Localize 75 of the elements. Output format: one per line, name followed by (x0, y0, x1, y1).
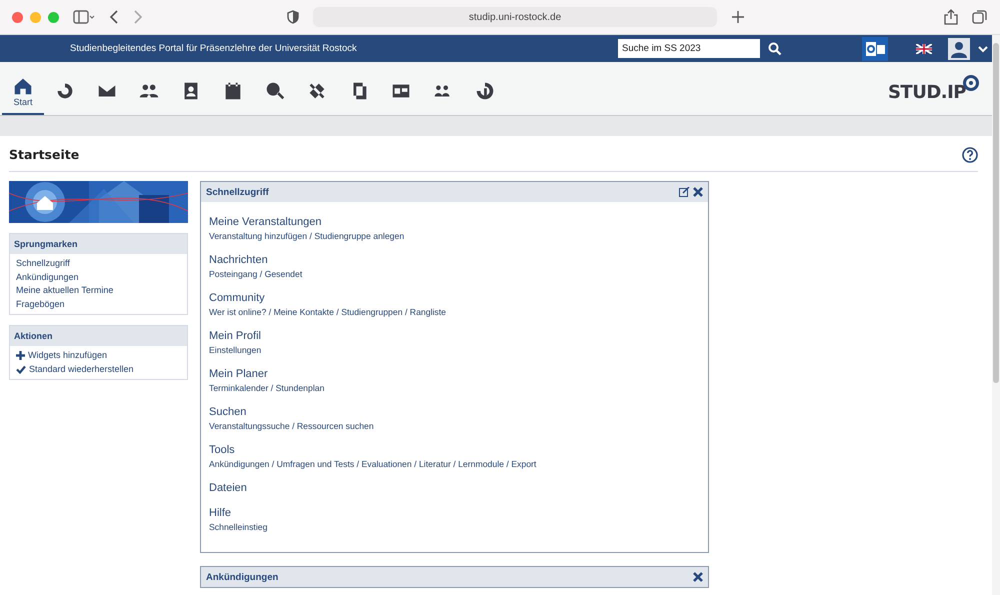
avatar-icon[interactable] (948, 38, 970, 60)
sidebar-link[interactable]: Standard wiederherstellen (16, 362, 181, 376)
section-link[interactable]: Meine Veranstaltungen (209, 215, 700, 230)
shield-icon[interactable] (287, 10, 299, 24)
search-icon[interactable] (768, 42, 782, 56)
portal-title: Studienbegleitendes Portal für Präsenzlehre der Universität Rostock (70, 43, 357, 54)
quick-link[interactable]: Umfragen und Tests (276, 459, 354, 469)
section-link[interactable]: Tools (209, 443, 700, 458)
section-link[interactable]: Dateien (209, 481, 700, 496)
close-window-icon[interactable] (12, 12, 23, 22)
sidebar-link[interactable]: Fragebögen (16, 298, 181, 311)
quick-link[interactable]: Export (511, 459, 536, 469)
section-link[interactable]: Suchen (209, 405, 700, 420)
address-bar[interactable]: studip.uni-rostock.de (313, 7, 717, 27)
quick-link[interactable]: Einstellungen (209, 345, 262, 355)
quick-link[interactable]: Studiengruppen (341, 307, 403, 317)
check-icon (16, 364, 26, 374)
quick-link[interactable]: Terminkalender (209, 383, 268, 393)
quick-link[interactable]: Ressourcen suchen (296, 421, 374, 431)
new-tab-icon[interactable] (731, 10, 745, 24)
close-icon[interactable] (693, 572, 703, 582)
separator: / (270, 383, 274, 393)
flag-icon[interactable] (916, 44, 932, 54)
sidebar-icon[interactable] (73, 10, 95, 24)
section-link[interactable]: Community (209, 291, 700, 306)
separator: / (404, 307, 408, 317)
separator: / (356, 459, 360, 469)
help-icon[interactable] (962, 146, 978, 162)
quick-link[interactable]: Literatur (418, 459, 451, 469)
caret-icon[interactable] (978, 44, 988, 52)
separator: / (505, 459, 510, 469)
plus-icon (16, 351, 25, 360)
quick-link[interactable]: Gesendet (264, 269, 302, 279)
widget-title: Schnellzugriff (206, 186, 270, 198)
separator: / (308, 231, 313, 241)
widget-title: Ankündigungen (206, 572, 280, 582)
sidebar-link[interactable]: Widgets hinzufügen (16, 349, 181, 362)
quick-link[interactable]: Schnelleinstieg (209, 522, 268, 532)
separator: / (452, 459, 457, 469)
separator: / (268, 307, 272, 317)
quick-link[interactable]: Posteingang (209, 269, 258, 279)
quick-link[interactable]: Meine Kontakte (274, 307, 334, 317)
back-icon[interactable] (109, 10, 119, 24)
scrollbar[interactable] (992, 35, 1000, 595)
section-link[interactable]: Mein Profil (209, 329, 700, 344)
sidebar-panel-title: Sprungmarken (10, 234, 187, 254)
sidebar-panel-title: Aktionen (10, 326, 187, 346)
sidebar-link[interactable]: Ankündigungen (16, 270, 181, 284)
quick-link[interactable]: Veranstaltungssuche (209, 421, 290, 431)
separator: / (291, 421, 296, 431)
tabs-overview-icon[interactable] (972, 9, 988, 25)
section-link[interactable]: Hilfe (209, 506, 700, 521)
quick-link[interactable]: Ankündigungen (209, 459, 270, 469)
separator: / (270, 459, 276, 469)
quick-link[interactable]: Stundenplan (276, 383, 324, 393)
quick-link[interactable]: Wer ist online? (209, 307, 266, 317)
quick-link[interactable]: Veranstaltung hinzufügen (209, 231, 308, 241)
share-icon[interactable] (944, 9, 958, 25)
edit-icon[interactable] (679, 187, 690, 197)
logo: STUD.IP (888, 74, 980, 103)
quick-link[interactable]: Rangliste (410, 307, 446, 317)
mail-app-icon[interactable] (862, 36, 888, 60)
section-link[interactable]: Nachrichten (209, 253, 700, 268)
separator: / (258, 269, 264, 279)
quick-link[interactable]: Lernmodule (458, 459, 504, 469)
close-icon[interactable] (693, 187, 703, 197)
page-title: Startseite (9, 147, 80, 162)
sidebar-link[interactable]: Meine aktuellen Termine (16, 284, 181, 298)
separator: / (413, 459, 418, 469)
quick-link[interactable]: Studiengruppe anlegen (314, 231, 404, 241)
separator: / (335, 307, 340, 317)
search-field[interactable]: Suche im SS 2023 (618, 39, 760, 58)
section-link[interactable]: Mein Planer (209, 367, 700, 382)
sidebar-link[interactable]: Schnellzugriff (16, 257, 181, 270)
quick-link[interactable]: Evaluationen (361, 459, 412, 469)
